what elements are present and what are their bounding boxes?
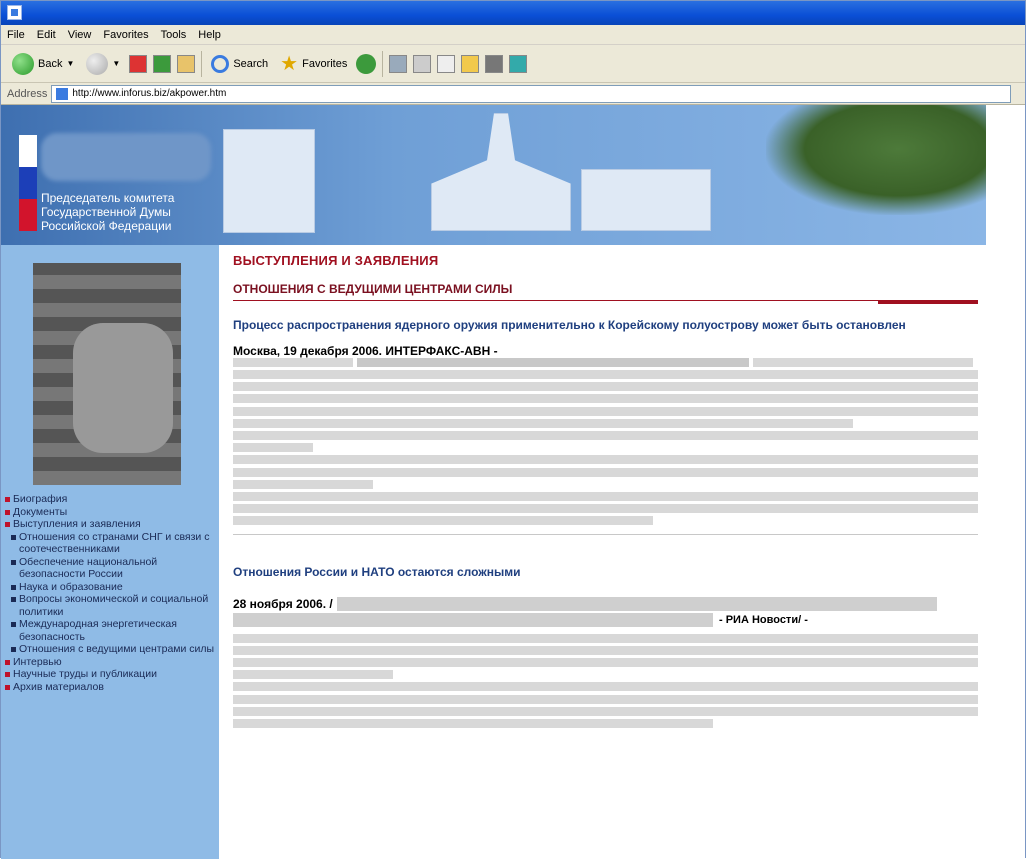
blurred-name — [41, 133, 211, 181]
menu-bar: File Edit View Favorites Tools Help — [1, 25, 1025, 45]
sidebar-item-economy[interactable]: Вопросы экономической и социальной полит… — [5, 593, 217, 618]
favorites-button[interactable]: ★ Favorites — [277, 49, 350, 79]
article-title[interactable]: Процесс распространения ядерного оружия … — [233, 318, 973, 332]
sidebar-item-publications[interactable]: Научные труды и публикации — [5, 668, 217, 681]
back-label: Back — [38, 57, 63, 70]
portrait-face — [73, 323, 173, 453]
history-icon[interactable] — [356, 53, 377, 74]
article-body-blurred — [233, 631, 978, 729]
page-icon — [56, 87, 69, 100]
mail-icon[interactable] — [389, 54, 408, 73]
title-bar — [1, 1, 1025, 25]
chevron-down-icon[interactable]: ▼ — [66, 59, 74, 68]
source-line: - РИА Новости/ - — [233, 612, 993, 627]
russian-flag-icon — [19, 135, 37, 231]
menu-file[interactable]: File — [7, 29, 25, 41]
toolbar: Back ▼ ▼ Search ★ Favorites — [1, 45, 1025, 83]
blurred-author — [336, 596, 937, 611]
chevron-down-icon[interactable]: ▼ — [112, 59, 120, 68]
home-icon[interactable] — [177, 54, 196, 73]
sidebar-item-speeches[interactable]: Выступления и заявления — [5, 518, 217, 531]
menu-view[interactable]: View — [68, 29, 92, 41]
mansion-building-image — [581, 169, 711, 231]
sidebar-nav: Биография Документы Выступления и заявле… — [5, 493, 217, 693]
sidebar-item-biography[interactable]: Биография — [5, 493, 217, 506]
title-rule — [878, 301, 978, 304]
folder-icon[interactable] — [461, 54, 480, 73]
print-icon[interactable] — [413, 54, 432, 73]
stop-icon[interactable] — [129, 54, 148, 73]
main-content: ВЫСТУПЛЕНИЯ И ЗАЯВЛЕНИЯ ОТНОШЕНИЯ С ВЕДУ… — [233, 253, 993, 729]
article-divider — [233, 533, 978, 535]
menu-help[interactable]: Help — [198, 29, 221, 41]
committee-line: Государственной Думы — [41, 205, 171, 219]
favorites-label: Favorites — [302, 57, 348, 70]
article-dateline: 28 ноября 2006. / — [233, 596, 993, 611]
committee-line: Председатель комитета — [41, 191, 175, 205]
edit-icon[interactable] — [437, 54, 456, 73]
star-icon: ★ — [280, 53, 299, 75]
forward-arrow-icon — [86, 52, 109, 75]
duma-building-image — [223, 129, 315, 233]
article-date: 28 ноября 2006. / — [233, 596, 333, 611]
committee-line: Российской Федерации — [41, 219, 172, 233]
search-label: Search — [233, 57, 269, 70]
address-input[interactable]: http://www.inforus.biz/akpower.htm — [51, 84, 1012, 103]
browser-window: File Edit View Favorites Tools Help Back… — [0, 0, 1026, 859]
back-button[interactable]: Back ▼ — [9, 49, 77, 79]
menu-edit[interactable]: Edit — [37, 29, 56, 41]
article-body-blurred — [233, 358, 978, 526]
menu-tools[interactable]: Tools — [161, 29, 187, 41]
sidebar-item-archive[interactable]: Архив материалов — [5, 681, 217, 694]
section-title: ОТНОШЕНИЯ С ВЕДУЩИМИ ЦЕНТРАМИ СИЛЫ — [233, 282, 978, 301]
forward-button[interactable]: ▼ — [83, 49, 123, 79]
toolbar-separator — [382, 50, 384, 77]
sidebar-item-cis[interactable]: Отношения со странами СНГ и связи с соот… — [5, 531, 217, 556]
article-dateline: Москва, 19 декабря 2006. ИНТЕРФАКС-АВН - — [233, 344, 498, 358]
address-bar: Address http://www.inforus.biz/akpower.h… — [1, 83, 1025, 105]
sidebar-item-science[interactable]: Наука и образование — [5, 581, 217, 594]
foliage-image — [766, 105, 986, 215]
msu-building-image — [431, 113, 571, 231]
portrait-photo — [33, 263, 181, 485]
address-label: Address — [7, 87, 48, 100]
menu-favorites[interactable]: Favorites — [103, 29, 148, 41]
back-arrow-icon — [12, 52, 34, 75]
address-url: http://www.inforus.biz/akpower.htm — [72, 88, 227, 99]
web-page: Председатель комитета Государственной Ду… — [1, 105, 1025, 859]
article-source: - РИА Новости/ - — [719, 613, 808, 626]
refresh-icon[interactable] — [153, 54, 172, 73]
ie-icon — [7, 5, 22, 20]
sidebar-item-interviews[interactable]: Интервью — [5, 656, 217, 669]
committee-title: Председатель комитета Государственной Ду… — [41, 191, 231, 233]
blurred-author — [233, 612, 713, 627]
toolbar-separator — [201, 50, 203, 77]
discuss-icon[interactable] — [485, 54, 504, 73]
search-button[interactable]: Search — [208, 49, 271, 79]
sidebar-item-documents[interactable]: Документы — [5, 506, 217, 519]
messenger-icon[interactable] — [509, 54, 528, 73]
article-title[interactable]: Отношения России и НАТО остаются сложным… — [233, 565, 973, 579]
site-banner: Председатель комитета Государственной Ду… — [1, 105, 986, 245]
page-title: ВЫСТУПЛЕНИЯ И ЗАЯВЛЕНИЯ — [233, 253, 439, 268]
search-icon — [211, 54, 230, 73]
sidebar-item-power-centers[interactable]: Отношения с ведущими центрами силы — [5, 643, 217, 656]
sidebar-item-security[interactable]: Обеспечение национальной безопасности Ро… — [5, 556, 217, 581]
sidebar-item-energy[interactable]: Международная энергетическая безопасност… — [5, 618, 217, 643]
sidebar: Биография Документы Выступления и заявле… — [1, 245, 219, 859]
